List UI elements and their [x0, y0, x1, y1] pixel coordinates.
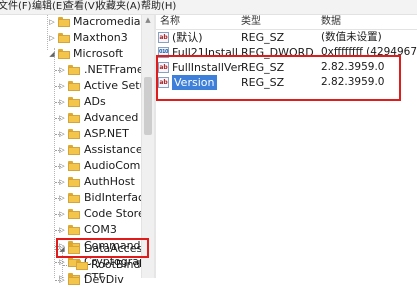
- menu-file[interactable]: 文件(F): [0, 0, 32, 14]
- collapse-icon[interactable]: ◢: [48, 46, 56, 62]
- tree-item-bidinterface[interactable]: ▷ BidInterface: [0, 190, 151, 206]
- expand-icon[interactable]: ▷: [58, 272, 66, 288]
- value-data: (数值未设置): [321, 31, 382, 43]
- tree-item-label: Macromedia: [73, 15, 141, 28]
- value-type: REG_DWORD: [241, 46, 314, 59]
- value-row-fullinstallver[interactable]: ab FullInstallVer REG_SZ 2.82.3959.0: [156, 60, 417, 75]
- value-row-default[interactable]: ab (默认) REG_SZ (数值未设置): [156, 30, 417, 45]
- folder-icon: [68, 209, 80, 219]
- tree-item-ads[interactable]: ▷ ADs: [0, 94, 140, 110]
- tree-item-active-setup[interactable]: ▷ Active Setup: [0, 78, 154, 94]
- value-name-selected: Version: [172, 75, 218, 90]
- tree-item-label: COM3: [84, 223, 117, 236]
- folder-icon: [76, 260, 88, 270]
- expand-icon[interactable]: ▷: [58, 78, 66, 94]
- expand-icon[interactable]: ▷: [58, 222, 66, 238]
- value-data: 2.82.3959.0: [321, 61, 385, 73]
- expand-icon[interactable]: ▷: [58, 206, 66, 222]
- tree-item-com3[interactable]: ▷ COM3: [0, 222, 140, 238]
- tree-item-microsoft[interactable]: ◢ Microsoft: [0, 46, 140, 62]
- menu-help[interactable]: 帮助(H): [141, 0, 176, 14]
- collapse-icon[interactable]: ◢: [58, 241, 66, 257]
- tree-item-label: Assistance: [84, 143, 143, 156]
- value-name: Full21Install: [172, 46, 238, 59]
- value-data: 0xffffffff (4294967295): [321, 46, 417, 58]
- folder-icon: [58, 33, 70, 43]
- tree-item-rootbinder[interactable]: RootBinde: [0, 257, 147, 273]
- value-type: REG_SZ: [241, 31, 285, 44]
- registry-values: 名称 类型 数据 ab (默认) REG_SZ (数值未设置) 010 Full…: [156, 15, 417, 278]
- tree-item-label: ASP.NET: [84, 127, 129, 140]
- menu-edit[interactable]: 编辑(E): [32, 0, 66, 14]
- tree-item-maxthon3[interactable]: ▷ Maxthon3: [0, 30, 140, 46]
- expand-icon[interactable]: ▷: [58, 62, 66, 78]
- value-row-full21install[interactable]: 010 Full21Install REG_DWORD 0xffffffff (…: [156, 45, 417, 60]
- value-type: REG_SZ: [241, 76, 285, 89]
- folder-icon: [68, 97, 80, 107]
- folder-icon: [58, 17, 70, 27]
- tree-item-code-store[interactable]: ▷ Code Store D: [0, 206, 155, 222]
- folder-icon: [68, 275, 80, 285]
- tree-item-netframework[interactable]: ▷ .NETFramewo: [0, 62, 155, 78]
- expand-icon[interactable]: ▷: [58, 126, 66, 142]
- tree-item-label: Microsoft: [73, 47, 124, 60]
- scrollbar-thumb[interactable]: [144, 77, 152, 135]
- tree-item-advanced-inf[interactable]: ▷ Advanced INF: [0, 110, 155, 126]
- tree-item-macromedia[interactable]: ▷ Macromedia: [0, 15, 140, 30]
- folder-icon: [68, 177, 80, 187]
- folder-icon: [68, 145, 80, 155]
- folder-icon: [68, 81, 80, 91]
- folder-icon: [68, 65, 80, 75]
- tree-item-label: DevDiv: [84, 273, 124, 286]
- tree-item-label: DataAccess: [84, 242, 148, 255]
- column-header-type[interactable]: 类型: [241, 15, 261, 29]
- value-name: FullInstallVer: [172, 61, 242, 74]
- menu-favorites[interactable]: 收藏夹(A): [96, 0, 141, 14]
- tree-item-asp-net[interactable]: ▷ ASP.NET: [0, 126, 140, 142]
- tree-item-assistance[interactable]: ▷ Assistance: [0, 142, 143, 158]
- expand-icon[interactable]: ▷: [48, 30, 56, 46]
- folder-icon: [68, 161, 80, 171]
- binary-value-icon: 010: [158, 47, 169, 58]
- expand-icon[interactable]: ▷: [48, 15, 56, 30]
- value-name: (默认): [172, 31, 203, 44]
- value-data: 2.82.3959.0: [321, 76, 385, 88]
- menu-view[interactable]: 查看(V): [64, 0, 99, 14]
- expand-icon[interactable]: ▷: [58, 94, 66, 110]
- expand-icon[interactable]: ▷: [58, 110, 66, 126]
- folder-icon: [68, 193, 80, 203]
- string-value-icon: ab: [158, 62, 169, 73]
- tree-item-label: Maxthon3: [73, 31, 128, 44]
- tree-item-audiocompression[interactable]: ▷ AudioCompre: [0, 158, 155, 174]
- folder-icon: [58, 49, 70, 59]
- expand-icon[interactable]: ▷: [58, 190, 66, 206]
- folder-icon: [68, 113, 80, 123]
- registry-tree: ▷ Macromedia ▷ Maxthon3 ◢ Microsoft ▷ .N…: [0, 15, 155, 278]
- folder-icon: [68, 225, 80, 235]
- expand-icon[interactable]: ▷: [58, 158, 66, 174]
- menu-bar: 文件(F) 编辑(E) 查看(V) 收藏夹(A) 帮助(H): [0, 0, 417, 15]
- expand-icon[interactable]: ▷: [58, 174, 66, 190]
- tree-item-label: RootBinde: [91, 258, 148, 271]
- scroll-up-icon[interactable]: ▲: [142, 15, 154, 25]
- value-row-version[interactable]: ab Version REG_SZ 2.82.3959.0: [156, 75, 417, 90]
- value-type: REG_SZ: [241, 61, 285, 74]
- tree-item-dataaccess[interactable]: ◢ DataAccess: [0, 241, 148, 257]
- string-value-icon: ab: [158, 77, 169, 88]
- tree-item-label: ADs: [84, 95, 106, 108]
- tree-item-devdiv[interactable]: ▷ DevDiv: [0, 272, 140, 288]
- tree-scrollbar[interactable]: ▲: [141, 15, 154, 278]
- folder-icon: [68, 129, 80, 139]
- column-header-name[interactable]: 名称: [160, 15, 180, 29]
- string-value-icon: ab: [158, 32, 169, 43]
- expand-icon[interactable]: ▷: [58, 142, 66, 158]
- folder-icon: [68, 244, 80, 254]
- tree-item-authhost[interactable]: ▷ AuthHost: [0, 174, 140, 190]
- column-header-data[interactable]: 数据: [321, 15, 341, 29]
- tree-item-label: AuthHost: [84, 175, 135, 188]
